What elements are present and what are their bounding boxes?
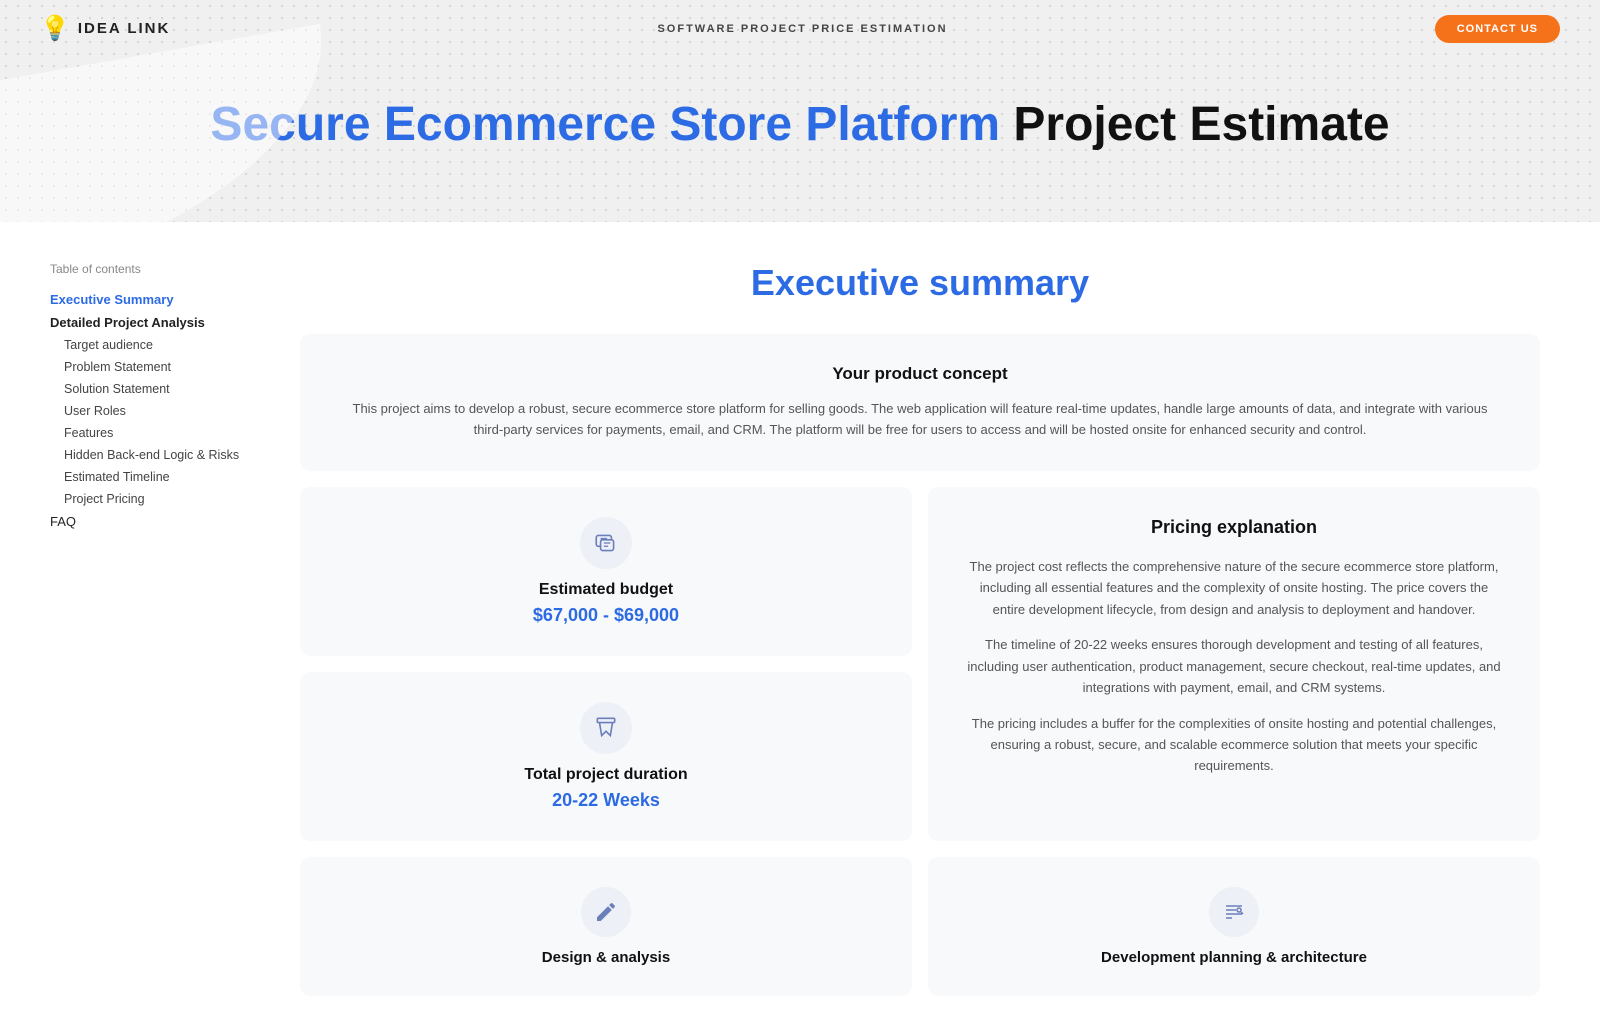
pricing-explanation-title: Pricing explanation bbox=[964, 517, 1504, 538]
design-analysis-card: Design & analysis bbox=[300, 857, 912, 996]
duration-value: 20-22 Weeks bbox=[552, 790, 660, 811]
sidebar: Table of contents Executive Summary Deta… bbox=[0, 222, 280, 1036]
main-layout: Table of contents Executive Summary Deta… bbox=[0, 222, 1600, 1036]
budget-icon bbox=[580, 517, 632, 569]
bottom-cards-row: Design & analysis Development planning &… bbox=[300, 857, 1540, 996]
main-content: Executive summary Your product concept T… bbox=[280, 222, 1600, 1036]
pricing-explanation-card: Pricing explanation The project cost ref… bbox=[928, 487, 1540, 841]
sidebar-item-user-roles[interactable]: User Roles bbox=[50, 400, 250, 422]
sidebar-item-faq[interactable]: FAQ bbox=[50, 510, 250, 533]
metrics-col: Estimated budget $67,000 - $69,000 Total… bbox=[300, 487, 912, 841]
hero-title-area: Secure Ecommerce Store Platform Project … bbox=[0, 57, 1600, 222]
sidebar-item-solution-statement[interactable]: Solution Statement bbox=[50, 378, 250, 400]
sidebar-item-detailed-analysis[interactable]: Detailed Project Analysis bbox=[50, 311, 250, 334]
sidebar-item-executive-summary[interactable]: Executive Summary bbox=[50, 288, 250, 311]
pricing-para-1: The project cost reflects the comprehens… bbox=[964, 556, 1504, 620]
dev-planning-icon bbox=[1209, 887, 1259, 937]
budget-label: Estimated budget bbox=[539, 581, 673, 599]
contact-button[interactable]: CONTACT US bbox=[1435, 15, 1560, 43]
pricing-para-2: The timeline of 20-22 weeks ensures thor… bbox=[964, 634, 1504, 698]
sidebar-item-problem-statement[interactable]: Problem Statement bbox=[50, 356, 250, 378]
duration-icon bbox=[580, 702, 632, 754]
hero-title: Secure Ecommerce Store Platform Project … bbox=[40, 97, 1560, 152]
estimated-budget-card: Estimated budget $67,000 - $69,000 bbox=[300, 487, 912, 656]
header: 💡 IDEA LINK SOFTWARE PROJECT PRICE ESTIM… bbox=[0, 0, 1600, 222]
logo-icon: 💡 bbox=[40, 14, 70, 43]
duration-label: Total project duration bbox=[524, 766, 687, 784]
dev-planning-label: Development planning & architecture bbox=[1101, 949, 1367, 966]
sidebar-item-features[interactable]: Features bbox=[50, 422, 250, 444]
product-concept-text: This project aims to develop a robust, s… bbox=[336, 398, 1504, 441]
pricing-para-3: The pricing includes a buffer for the co… bbox=[964, 713, 1504, 777]
sidebar-item-project-pricing[interactable]: Project Pricing bbox=[50, 488, 250, 510]
design-analysis-label: Design & analysis bbox=[542, 949, 670, 966]
sidebar-item-hidden-backend[interactable]: Hidden Back-end Logic & Risks bbox=[50, 444, 250, 466]
logo-text: IDEA LINK bbox=[78, 20, 170, 37]
hero-title-blue: Secure Ecommerce Store Platform bbox=[210, 98, 1000, 151]
sidebar-item-estimated-timeline[interactable]: Estimated Timeline bbox=[50, 466, 250, 488]
product-concept-title: Your product concept bbox=[336, 364, 1504, 384]
budget-pricing-row: Estimated budget $67,000 - $69,000 Total… bbox=[300, 487, 1540, 841]
toc-label: Table of contents bbox=[50, 262, 250, 276]
nav-title: SOFTWARE PROJECT PRICE ESTIMATION bbox=[657, 23, 947, 35]
product-concept-card: Your product concept This project aims t… bbox=[300, 334, 1540, 471]
section-title: Executive summary bbox=[300, 262, 1540, 304]
budget-value: $67,000 - $69,000 bbox=[533, 605, 679, 626]
logo-area: 💡 IDEA LINK bbox=[40, 14, 170, 43]
duration-card: Total project duration 20-22 Weeks bbox=[300, 672, 912, 841]
hero-title-black: Project Estimate bbox=[1000, 98, 1389, 151]
sidebar-item-target-audience[interactable]: Target audience bbox=[50, 334, 250, 356]
design-analysis-icon bbox=[581, 887, 631, 937]
dev-planning-card: Development planning & architecture bbox=[928, 857, 1540, 996]
